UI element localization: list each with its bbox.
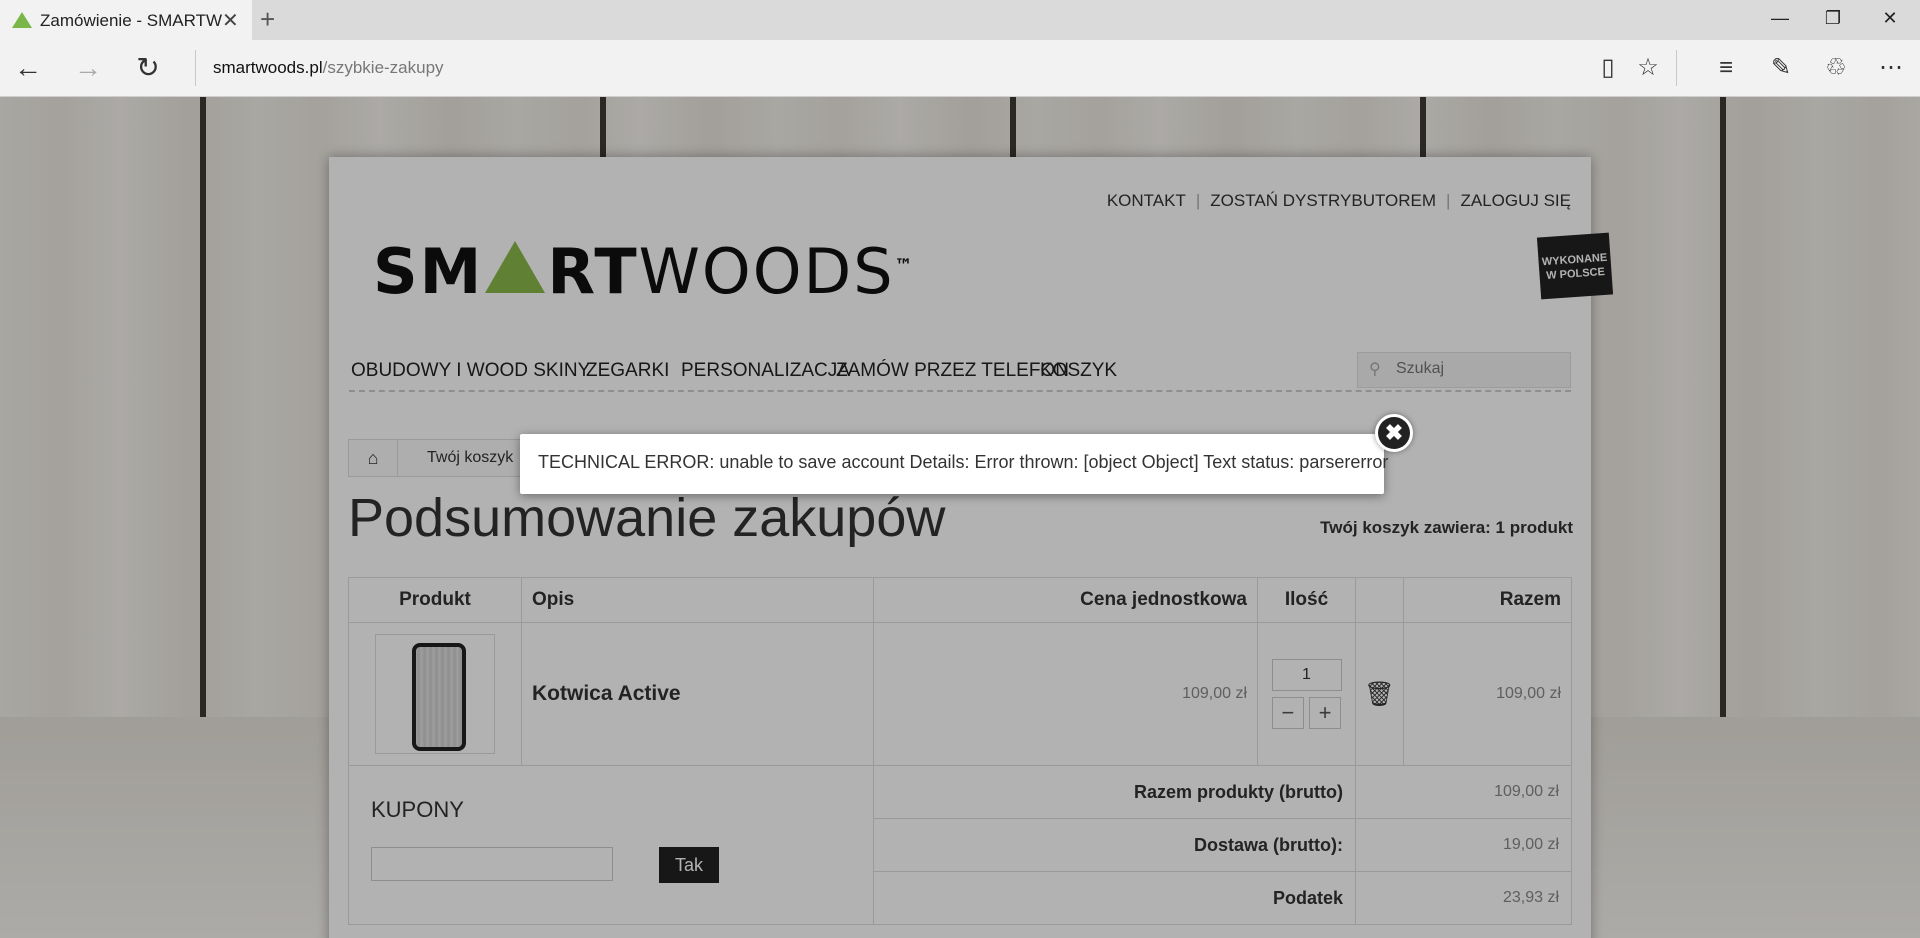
hub-icon[interactable]: ≡ bbox=[1710, 52, 1742, 84]
url-field[interactable]: smartwoods.pl/szybkie-zakupy bbox=[213, 58, 444, 78]
browser-tab-bar: Zamówienie - SMARTW ✕ + — ❐ ✕ bbox=[0, 0, 1920, 40]
toolbar-divider bbox=[1676, 50, 1677, 86]
window-minimize-button[interactable]: — bbox=[1760, 8, 1800, 32]
tab-close-icon[interactable]: ✕ bbox=[222, 8, 239, 33]
site-favicon-icon bbox=[12, 12, 32, 28]
tab-title: Zamówienie - SMARTW bbox=[40, 11, 222, 30]
web-note-icon[interactable]: ✎ bbox=[1765, 52, 1797, 84]
error-message: TECHNICAL ERROR: unable to save account … bbox=[538, 452, 1389, 472]
window-close-button[interactable]: ✕ bbox=[1870, 8, 1910, 32]
window-restore-button[interactable]: ❐ bbox=[1813, 8, 1853, 32]
url-path: /szybkie-zakupy bbox=[322, 58, 444, 77]
reading-view-icon[interactable]: ▯ bbox=[1592, 52, 1624, 84]
close-icon: ✖ bbox=[1378, 417, 1410, 449]
favorite-star-icon[interactable]: ☆ bbox=[1632, 52, 1664, 84]
address-bar: ← → ↻ smartwoods.pl/szybkie-zakupy ▯ ☆ ≡… bbox=[0, 40, 1920, 97]
forward-arrow-icon[interactable]: → bbox=[70, 50, 106, 86]
address-divider bbox=[195, 50, 196, 86]
more-icon[interactable]: ⋯ bbox=[1875, 52, 1907, 84]
new-tab-button[interactable]: + bbox=[260, 4, 275, 35]
back-arrow-icon[interactable]: ← bbox=[10, 50, 46, 86]
page-viewport: KONTAKT | ZOSTAŃ DYSTRYBUTOREM | ZALOGUJ SIĘ… bbox=[0, 97, 1920, 938]
error-modal: TECHNICAL ERROR: unable to save account … bbox=[520, 414, 1413, 494]
browser-tab-active[interactable]: Zamówienie - SMARTW ✕ bbox=[0, 0, 252, 40]
url-host: smartwoods.pl bbox=[213, 58, 323, 77]
refresh-icon[interactable]: ↻ bbox=[130, 50, 166, 86]
share-icon[interactable]: ♲ bbox=[1820, 52, 1852, 84]
modal-close-button[interactable]: ✖ bbox=[1375, 414, 1413, 452]
modal-overlay[interactable] bbox=[0, 97, 1920, 938]
